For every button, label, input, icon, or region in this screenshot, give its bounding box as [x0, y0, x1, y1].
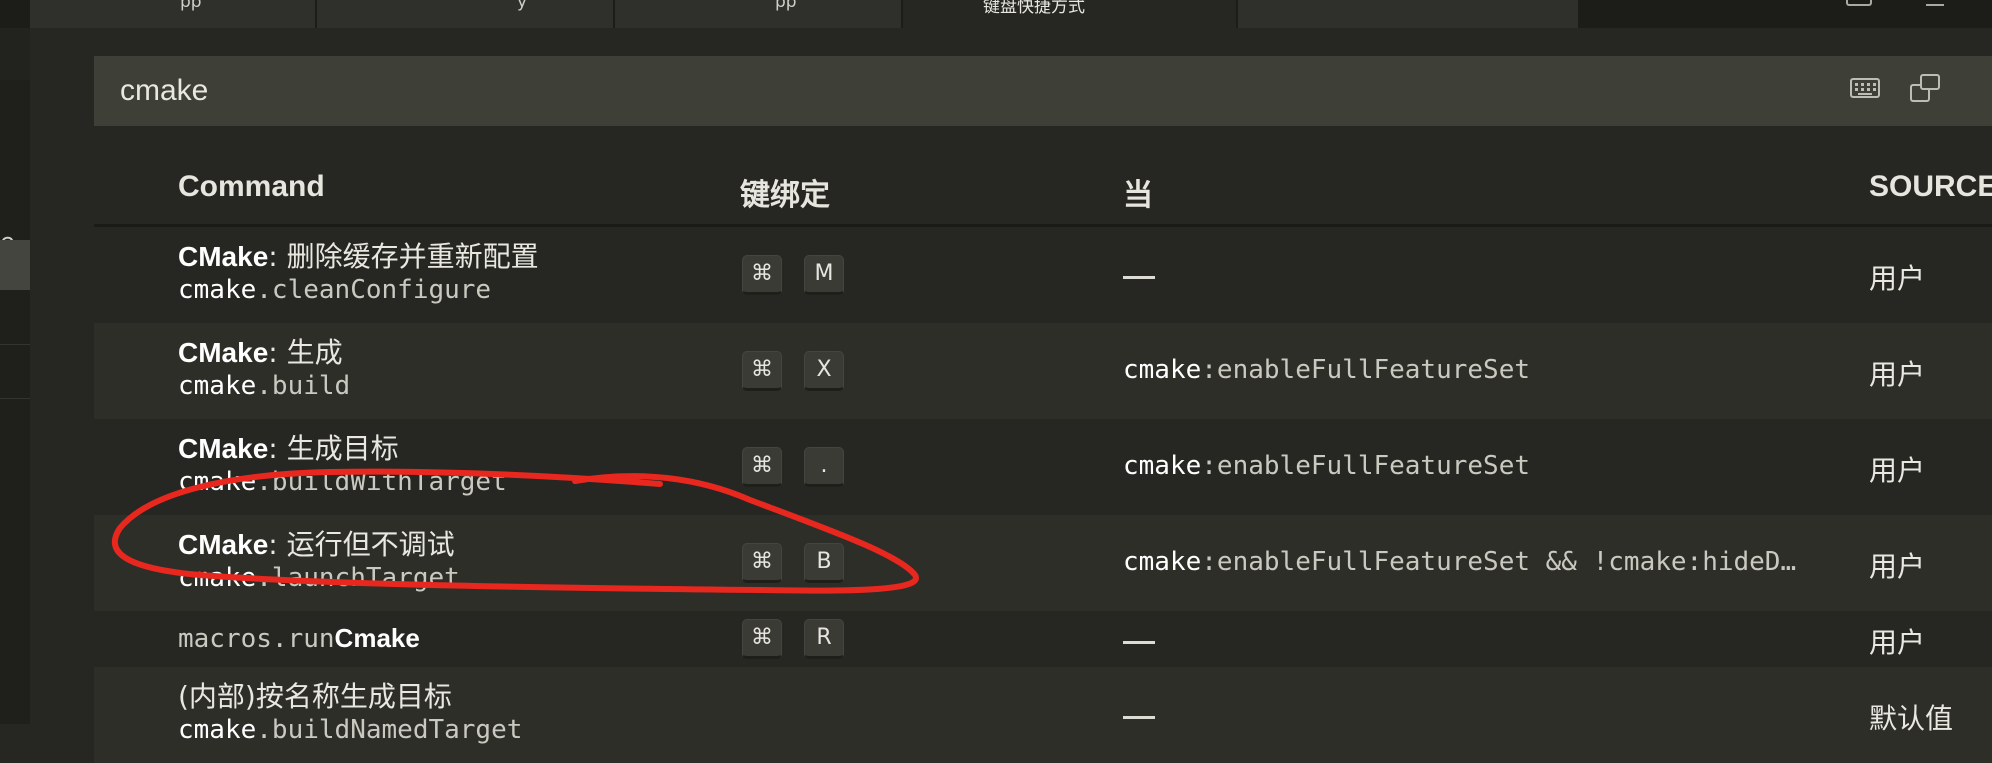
- table-row[interactable]: CMake: 运行但不调试 cmake.launchTarget ⌘ B cma…: [94, 515, 1992, 611]
- command-title: CMake: 删除缓存并重新配置: [178, 240, 539, 273]
- command-id: cmake.build: [178, 371, 351, 401]
- command-id: cmake.buildWithTarget: [178, 467, 507, 497]
- tab-keyboard-shortcuts-label: 键盘快捷方式: [983, 0, 1085, 17]
- tab-keyboard-shortcuts[interactable]: 键盘快捷方式: [903, 0, 1238, 28]
- sidebar-selected-item[interactable]: [0, 240, 30, 290]
- editor-tab-bar: pp y pp 键盘快捷方式: [0, 0, 1992, 28]
- column-header-command[interactable]: Command: [178, 170, 325, 204]
- key-cap: ⌘: [742, 447, 782, 487]
- tab-5[interactable]: [1238, 0, 1580, 28]
- key-cap: ⌘: [742, 351, 782, 391]
- column-header-source[interactable]: SOURCE: [1869, 170, 1992, 204]
- command-title: CMake: 生成目标: [178, 432, 399, 465]
- when-clause: cmake:enableFullFeatureSet: [1123, 355, 1531, 385]
- table-row[interactable]: CMake: 删除缓存并重新配置 cmake.cleanConfigure ⌘ …: [94, 227, 1992, 323]
- column-header-keybinding[interactable]: 键绑定: [740, 170, 830, 214]
- sidebar-divider: [0, 398, 30, 399]
- source-value: 用户: [1869, 454, 1926, 487]
- command-id: cmake.buildNamedTarget: [178, 715, 523, 745]
- key-cap: ⌘: [742, 543, 782, 583]
- source-value: 默认值: [1869, 702, 1954, 735]
- key-cap: B: [804, 543, 844, 583]
- search-input[interactable]: [120, 68, 1420, 114]
- command-title: CMake: 生成: [178, 336, 343, 369]
- key-cap: R: [804, 619, 844, 659]
- split-editor-icon[interactable]: [1846, 0, 1872, 6]
- source-value: 用户: [1869, 626, 1926, 659]
- key-cap: ⌘: [742, 255, 782, 295]
- tab-3-label: pp: [775, 0, 797, 12]
- source-value: 用户: [1869, 262, 1926, 295]
- command-id: macros.runCmake: [178, 623, 420, 654]
- keybindings-search-bar: [94, 56, 1992, 126]
- command-id: cmake.cleanConfigure: [178, 275, 492, 305]
- more-actions-icon[interactable]: [1926, 0, 1944, 6]
- tab-2-label: y: [517, 0, 528, 12]
- sidebar-divider: [0, 344, 30, 345]
- command-title: CMake: 运行但不调试: [178, 528, 455, 561]
- source-value: 用户: [1869, 550, 1926, 583]
- tab-1-label: pp: [180, 0, 202, 12]
- when-empty-dash: [1123, 641, 1155, 644]
- table-header: Command 键绑定 当 SOURCE: [94, 150, 1992, 227]
- table-row[interactable]: macros.runCmake ⌘ R 用户: [94, 611, 1992, 667]
- when-clause: cmake:enableFullFeatureSet: [1123, 451, 1531, 481]
- when-empty-dash: [1123, 276, 1155, 279]
- command-title: (内部)按名称生成目标: [178, 680, 452, 713]
- column-header-when[interactable]: 当: [1123, 170, 1153, 214]
- table-row[interactable]: CMake: 生成 cmake.build ⌘ X cmake:enableFu…: [94, 323, 1992, 419]
- command-id: cmake.launchTarget: [178, 563, 460, 593]
- keyboard-icon[interactable]: [1850, 78, 1880, 98]
- when-empty-dash: [1123, 716, 1155, 719]
- key-cap: X: [804, 351, 844, 391]
- key-cap: .: [804, 447, 844, 487]
- key-cap: M: [804, 255, 844, 295]
- sidebar: e: [0, 80, 30, 724]
- tab-3[interactable]: pp: [615, 0, 903, 28]
- table-row[interactable]: (内部)按名称生成目标 cmake.buildNamedTarget 默认值: [94, 667, 1992, 763]
- source-value: 用户: [1869, 358, 1926, 391]
- key-cap: ⌘: [742, 619, 782, 659]
- tab-2[interactable]: y: [317, 0, 615, 28]
- table-row[interactable]: CMake: 生成目标 cmake.buildWithTarget ⌘ . cm…: [94, 419, 1992, 515]
- tab-1[interactable]: pp: [30, 0, 317, 28]
- when-clause: cmake:enableFullFeatureSet && !cmake:hid…: [1123, 547, 1797, 577]
- record-keys-icon[interactable]: [1910, 74, 1942, 104]
